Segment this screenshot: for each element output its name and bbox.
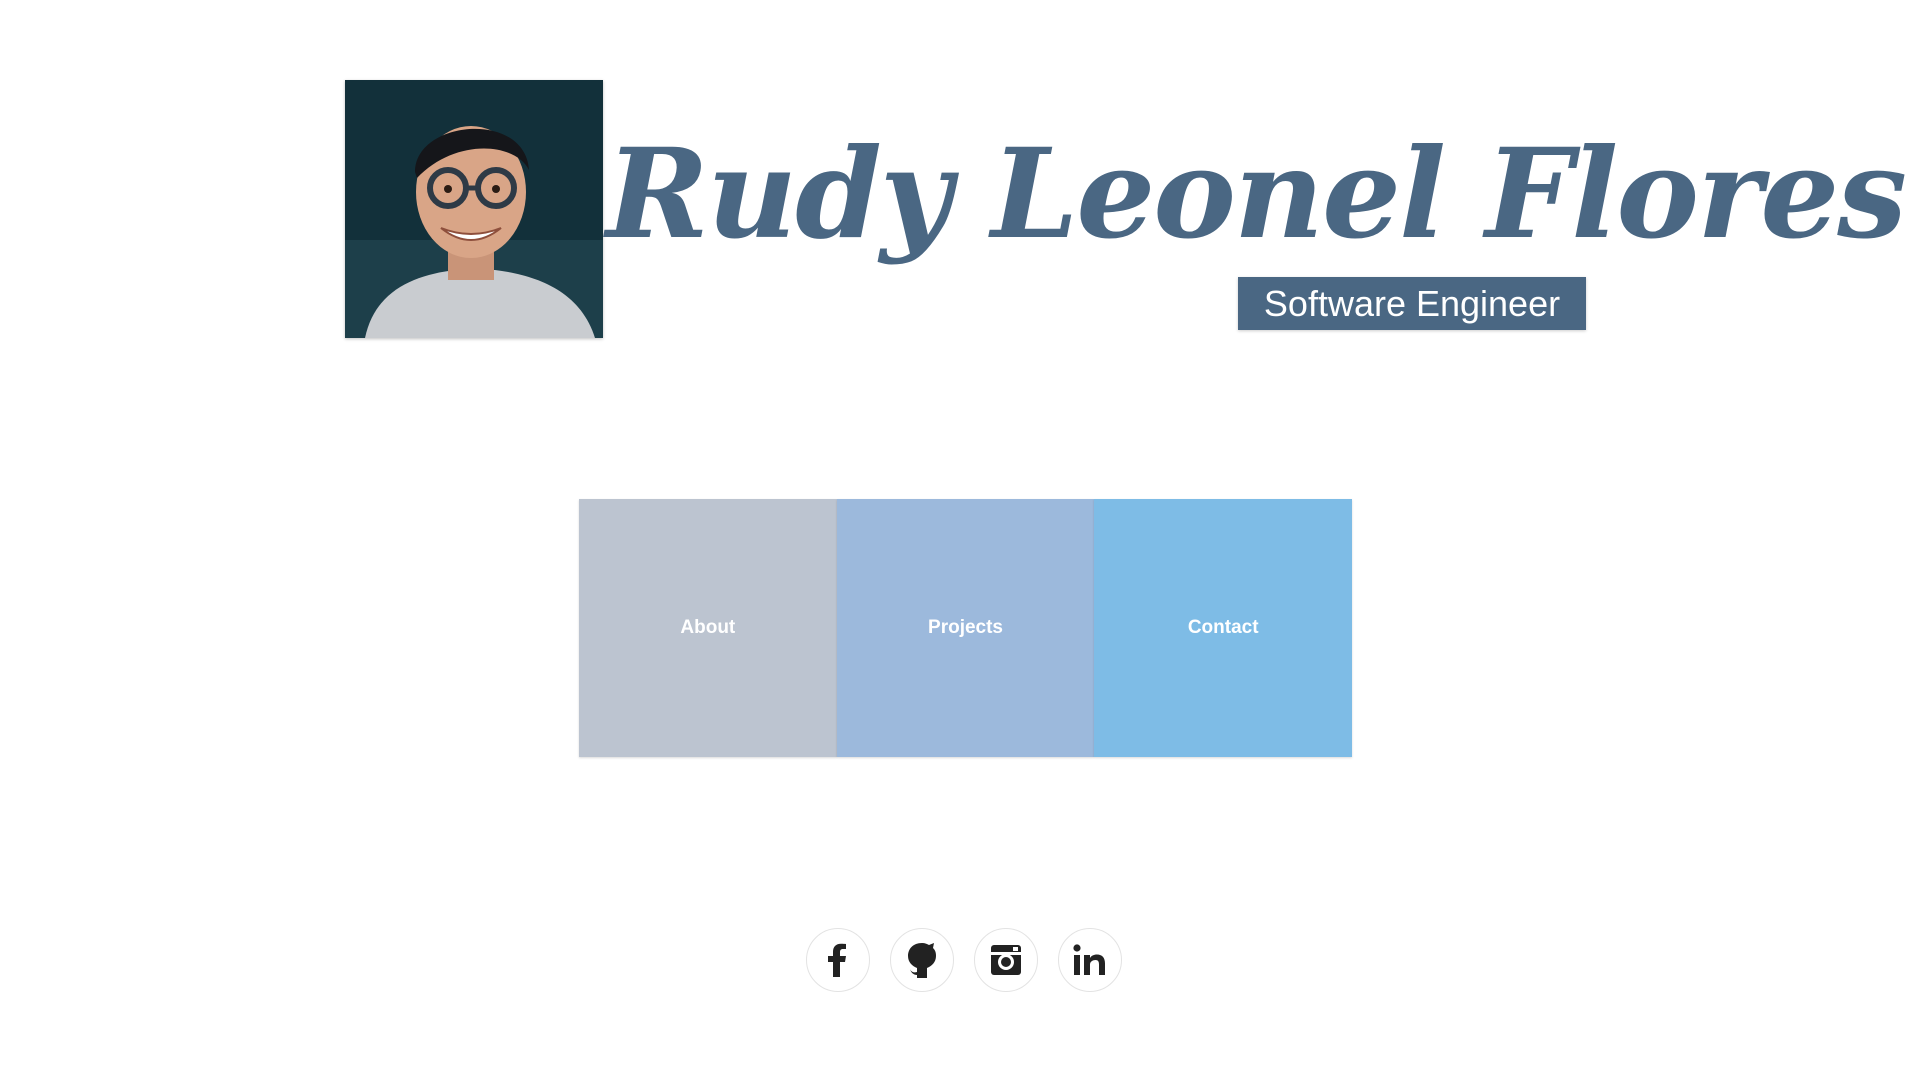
github-icon: [908, 943, 936, 978]
nav-tile-label: About: [680, 617, 736, 638]
nav-tile-contact[interactable]: Contact: [1094, 499, 1353, 757]
profile-photo: [345, 80, 603, 338]
instagram-icon: [991, 945, 1021, 975]
site-title: Rudy Leonel Flores: [606, 122, 1907, 267]
facebook-icon: [828, 943, 846, 977]
nav-tile-label: Contact: [1187, 617, 1259, 638]
nav-tile-about[interactable]: About: [579, 499, 837, 757]
linkedin-link[interactable]: [1058, 928, 1122, 992]
nav-tiles: About Projects Contact: [579, 499, 1353, 757]
job-title-badge: Software Engineer: [1238, 277, 1586, 330]
github-link[interactable]: [890, 928, 954, 992]
nav-tile-projects[interactable]: Projects: [836, 499, 1095, 757]
page: Rudy Leonel Flores Software Engineer Abo…: [0, 0, 1920, 1080]
social-links: [806, 928, 1122, 992]
facebook-link[interactable]: [806, 928, 870, 992]
instagram-link[interactable]: [974, 928, 1038, 992]
portrait-illustration: [345, 80, 603, 338]
linkedin-icon: [1073, 944, 1105, 975]
nav-tile-label: Projects: [928, 617, 1003, 638]
